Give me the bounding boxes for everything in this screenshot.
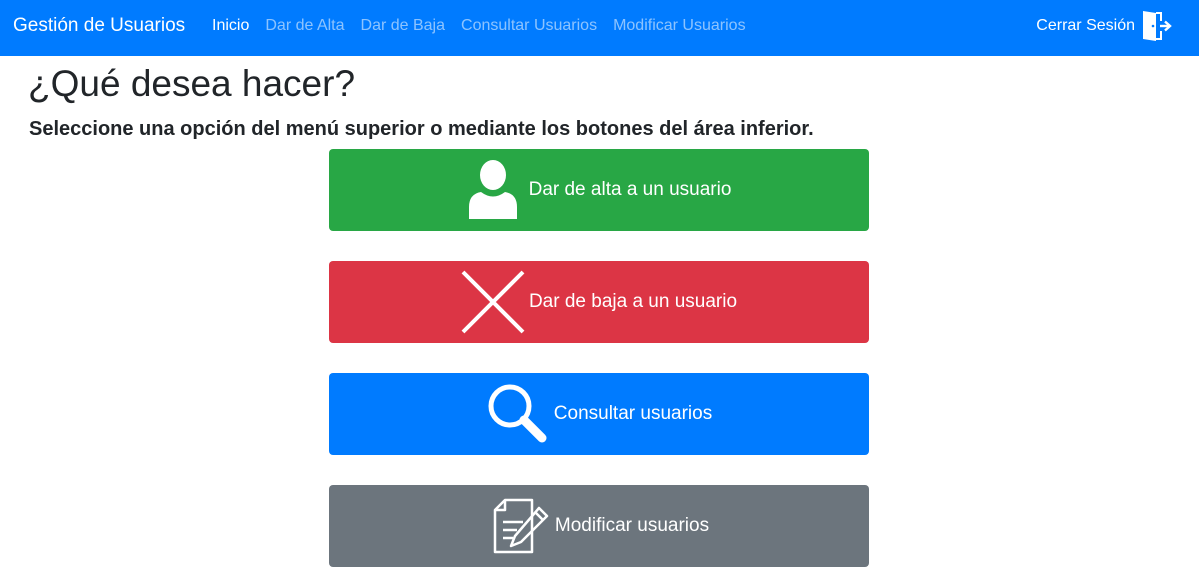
search-users-button[interactable]: Consultar usuarios bbox=[329, 373, 869, 455]
x-icon bbox=[461, 270, 525, 334]
top-navbar: Gestión de Usuarios Inicio Dar de Alta D… bbox=[0, 0, 1199, 56]
page-subtitle: Seleccione una opción del menú superior … bbox=[29, 118, 814, 140]
search-icon bbox=[488, 384, 547, 443]
nav-link-dar-de-baja[interactable]: Dar de Baja bbox=[361, 16, 446, 36]
search-users-label: Consultar usuarios bbox=[553, 403, 713, 424]
logout-button[interactable]: Cerrar Sesión bbox=[1036, 9, 1173, 43]
nav-link-consultar-usuarios[interactable]: Consultar Usuarios bbox=[461, 16, 597, 36]
nav-link-inicio[interactable]: Inicio bbox=[212, 16, 249, 36]
door-exit-icon bbox=[1143, 11, 1172, 41]
edit-document-icon bbox=[493, 498, 549, 554]
logout-label: Cerrar Sesión bbox=[1036, 17, 1135, 34]
nav-link-modificar-usuarios[interactable]: Modificar Usuarios bbox=[613, 16, 745, 36]
user-icon bbox=[468, 160, 517, 219]
add-user-label: Dar de alta a un usuario bbox=[528, 179, 732, 200]
edit-users-button[interactable]: Modificar usuarios bbox=[329, 485, 869, 567]
delete-user-label: Dar de baja a un usuario bbox=[528, 291, 738, 312]
delete-user-button[interactable]: Dar de baja a un usuario bbox=[329, 261, 869, 343]
nav-link-dar-de-alta[interactable]: Dar de Alta bbox=[265, 16, 344, 36]
navbar-brand[interactable]: Gestión de Usuarios bbox=[13, 14, 185, 38]
nav-links: Inicio Dar de Alta Dar de Baja Consultar… bbox=[212, 16, 762, 36]
edit-users-label: Modificar usuarios bbox=[554, 515, 710, 536]
page-title: ¿Qué desea hacer? bbox=[28, 63, 356, 104]
add-user-button[interactable]: Dar de alta a un usuario bbox=[329, 149, 869, 231]
